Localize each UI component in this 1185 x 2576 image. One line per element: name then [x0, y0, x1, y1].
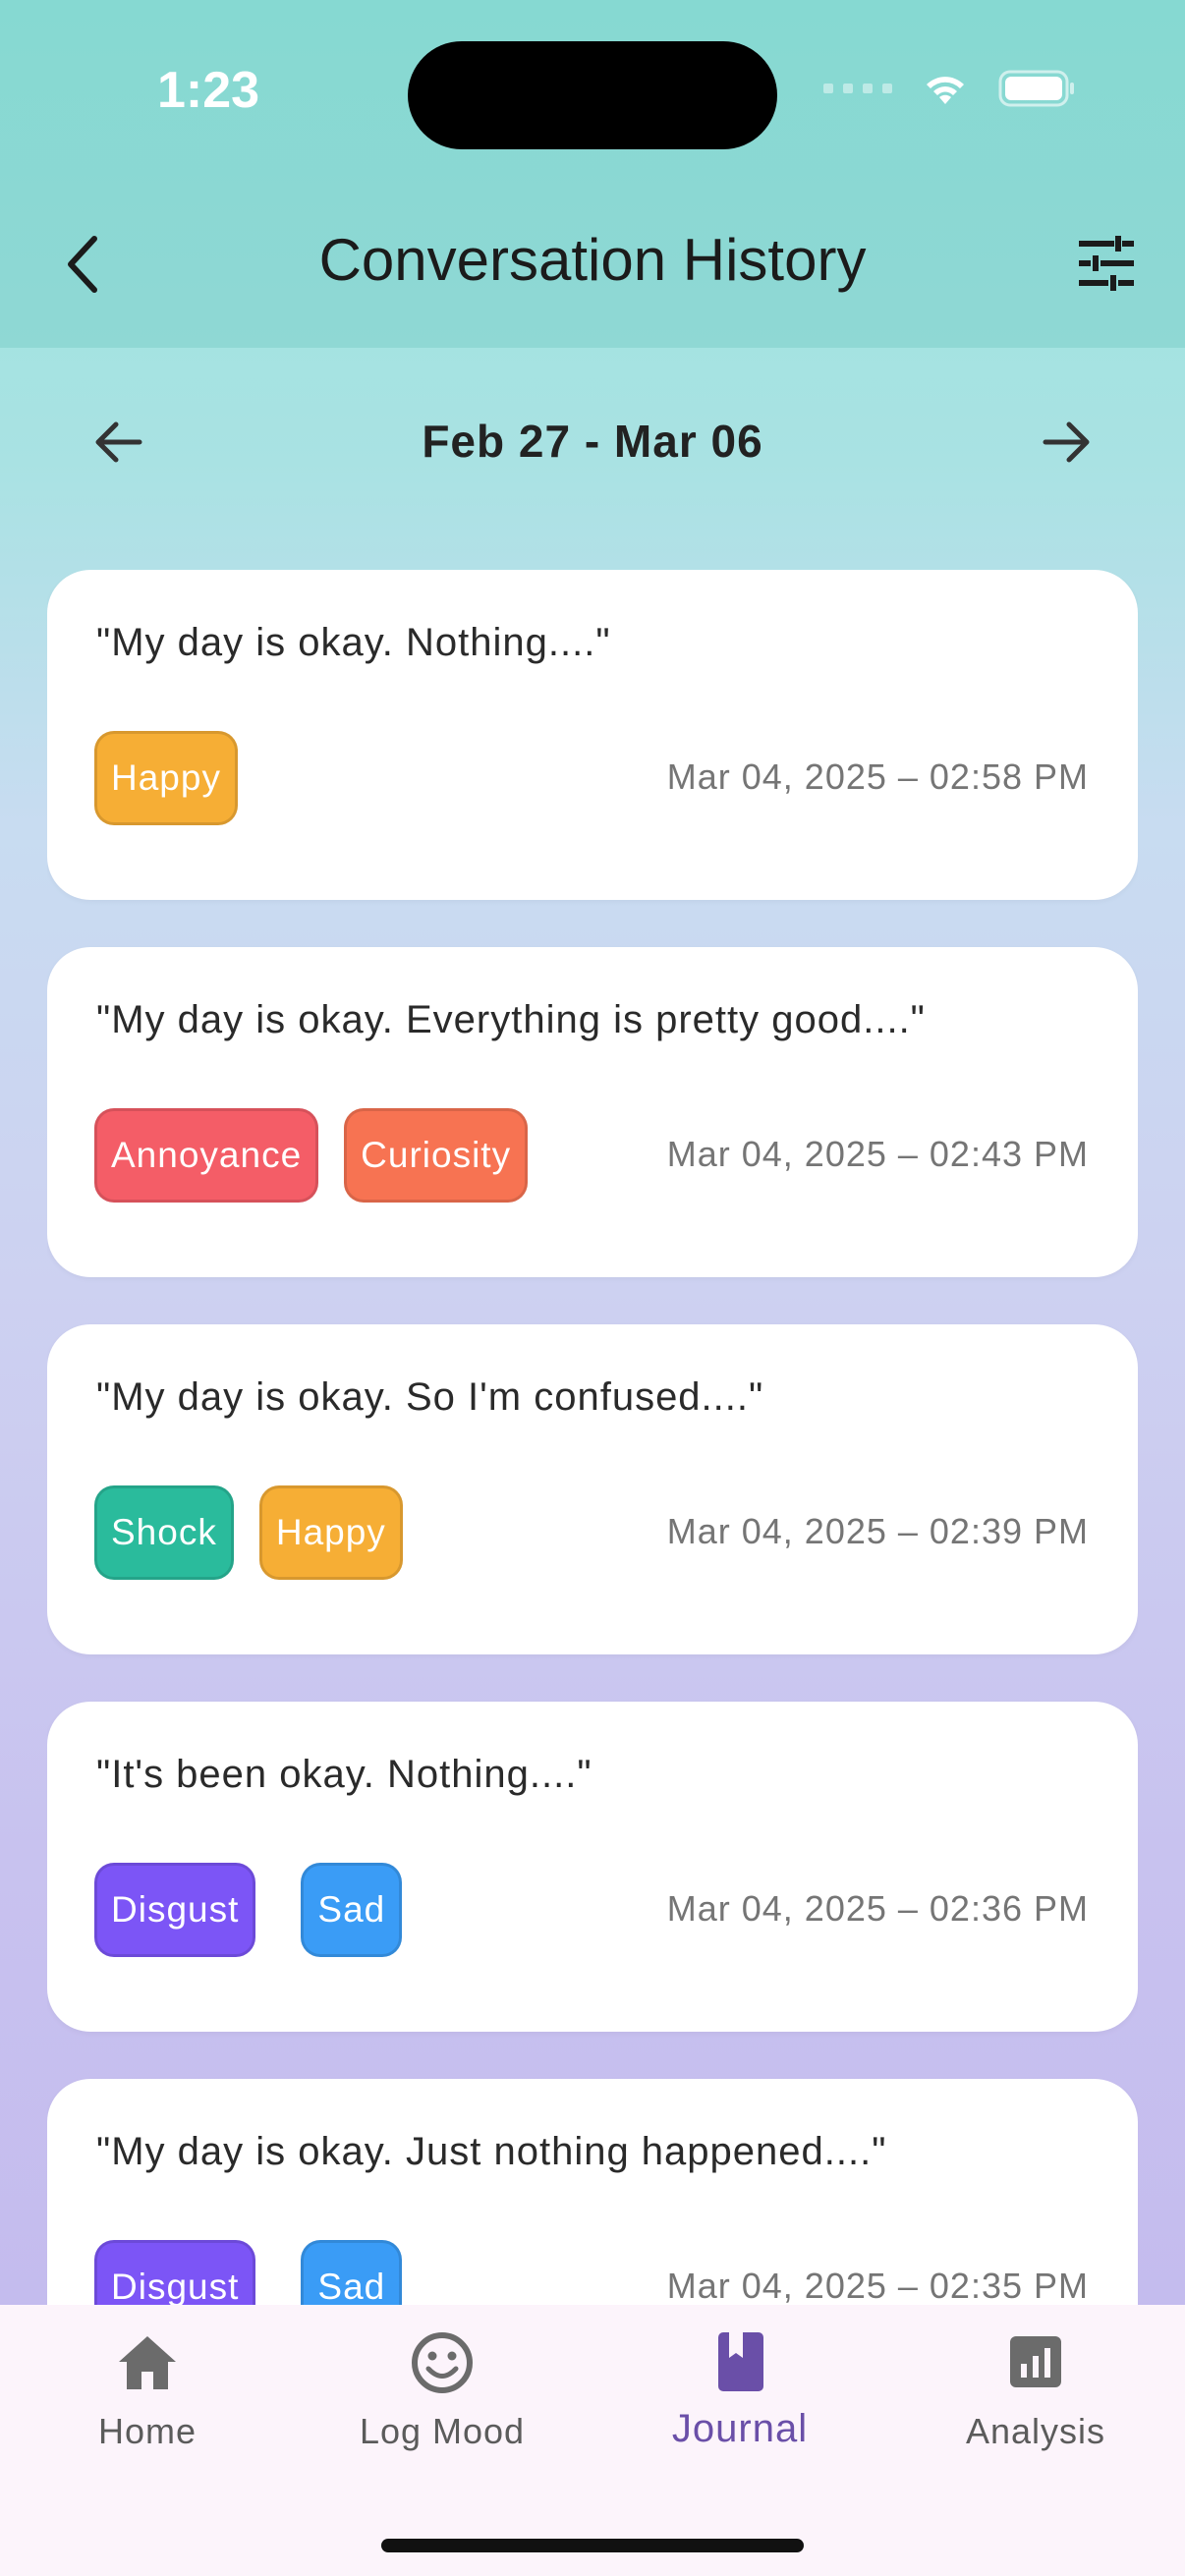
conversation-datetime: Mar 04, 2025 – 02:35 PM: [666, 2266, 1089, 2305]
nav-item-analysis[interactable]: Analysis: [888, 2328, 1183, 2452]
home-indicator: [381, 2539, 804, 2552]
conversation-card[interactable]: "It's been okay. Nothing...." Disgust Sa…: [47, 1702, 1138, 2032]
status-bar: 1:23: [0, 0, 1185, 196]
week-selector: Feb 27 - Mar 06: [47, 393, 1138, 491]
battery-icon: [998, 70, 1074, 107]
dynamic-island: [408, 41, 777, 149]
emotion-tags: Shock Happy: [94, 1485, 403, 1580]
conversation-datetime: Mar 04, 2025 – 02:43 PM: [666, 1134, 1089, 1174]
bottom-navigation: Home Log Mood Journal Analysis: [0, 2305, 1185, 2576]
emotion-tag: Disgust: [94, 2240, 256, 2305]
smiley-icon: [412, 2332, 473, 2393]
nav-item-home[interactable]: Home: [0, 2328, 295, 2452]
tune-icon: [1079, 236, 1134, 291]
conversation-datetime: Mar 04, 2025 – 02:39 PM: [666, 1511, 1089, 1551]
conversation-card[interactable]: "My day is okay. Nothing...." Happy Mar …: [47, 570, 1138, 900]
emotion-tag: Happy: [258, 1485, 403, 1580]
emotion-tag: Curiosity: [344, 1108, 529, 1203]
system-icons: [823, 69, 1077, 108]
conversation-list[interactable]: "My day is okay. Nothing...." Happy Mar …: [47, 570, 1138, 2305]
emotion-tags: Happy: [94, 731, 238, 825]
filter-button[interactable]: [1075, 232, 1138, 295]
arrow-right-icon: [1043, 421, 1090, 463]
nav-item-log-mood[interactable]: Log Mood: [295, 2328, 590, 2452]
next-week-button[interactable]: [1038, 413, 1097, 472]
conversation-quote: "My day is okay. So I'm confused....": [96, 1375, 764, 1419]
conversation-datetime: Mar 04, 2025 – 02:58 PM: [666, 756, 1089, 797]
emotion-tag: Happy: [94, 731, 238, 825]
conversation-quote: "My day is okay. Just nothing happened..…: [96, 2130, 887, 2173]
emotion-tag: Annoyance: [94, 1108, 319, 1203]
conversation-quote: "My day is okay. Everything is pretty go…: [96, 998, 926, 1041]
conversation-quote: "My day is okay. Nothing....": [96, 621, 611, 664]
nav-label-log-mood: Log Mood: [359, 2411, 526, 2451]
conversation-card[interactable]: "My day is okay. Just nothing happened..…: [47, 2079, 1138, 2305]
conversation-card[interactable]: "My day is okay. Everything is pretty go…: [47, 947, 1138, 1277]
cellular-signal-icon: [823, 84, 892, 93]
nav-label-home: Home: [97, 2411, 198, 2451]
conversation-quote: "It's been okay. Nothing....": [96, 1753, 592, 1796]
conversation-card[interactable]: "My day is okay. So I'm confused...." Sh…: [47, 1324, 1138, 1654]
emotion-tags: Annoyance Curiosity: [94, 1108, 529, 1203]
wifi-icon: [927, 77, 964, 104]
nav-label-journal: Journal: [671, 2407, 809, 2450]
emotion-tag: Disgust: [94, 1863, 256, 1957]
week-range-label: Feb 27 - Mar 06: [422, 416, 763, 467]
emotion-tags: Disgust Sad: [94, 2240, 403, 2305]
emotion-tags: Disgust Sad: [94, 1863, 403, 1957]
nav-item-journal[interactable]: Journal: [592, 2328, 887, 2451]
bookmark-book-icon: [718, 2332, 763, 2391]
emotion-tag: Sad: [301, 2240, 403, 2305]
bar-chart-icon: [1010, 2336, 1061, 2387]
emotion-tag: Sad: [301, 1863, 403, 1957]
nav-label-analysis: Analysis: [965, 2411, 1106, 2451]
home-icon: [119, 2336, 176, 2389]
conversation-datetime: Mar 04, 2025 – 02:36 PM: [666, 1888, 1089, 1929]
page-title: Conversation History: [318, 227, 867, 293]
status-time: 1:23: [157, 62, 260, 119]
emotion-tag: Shock: [94, 1485, 234, 1580]
